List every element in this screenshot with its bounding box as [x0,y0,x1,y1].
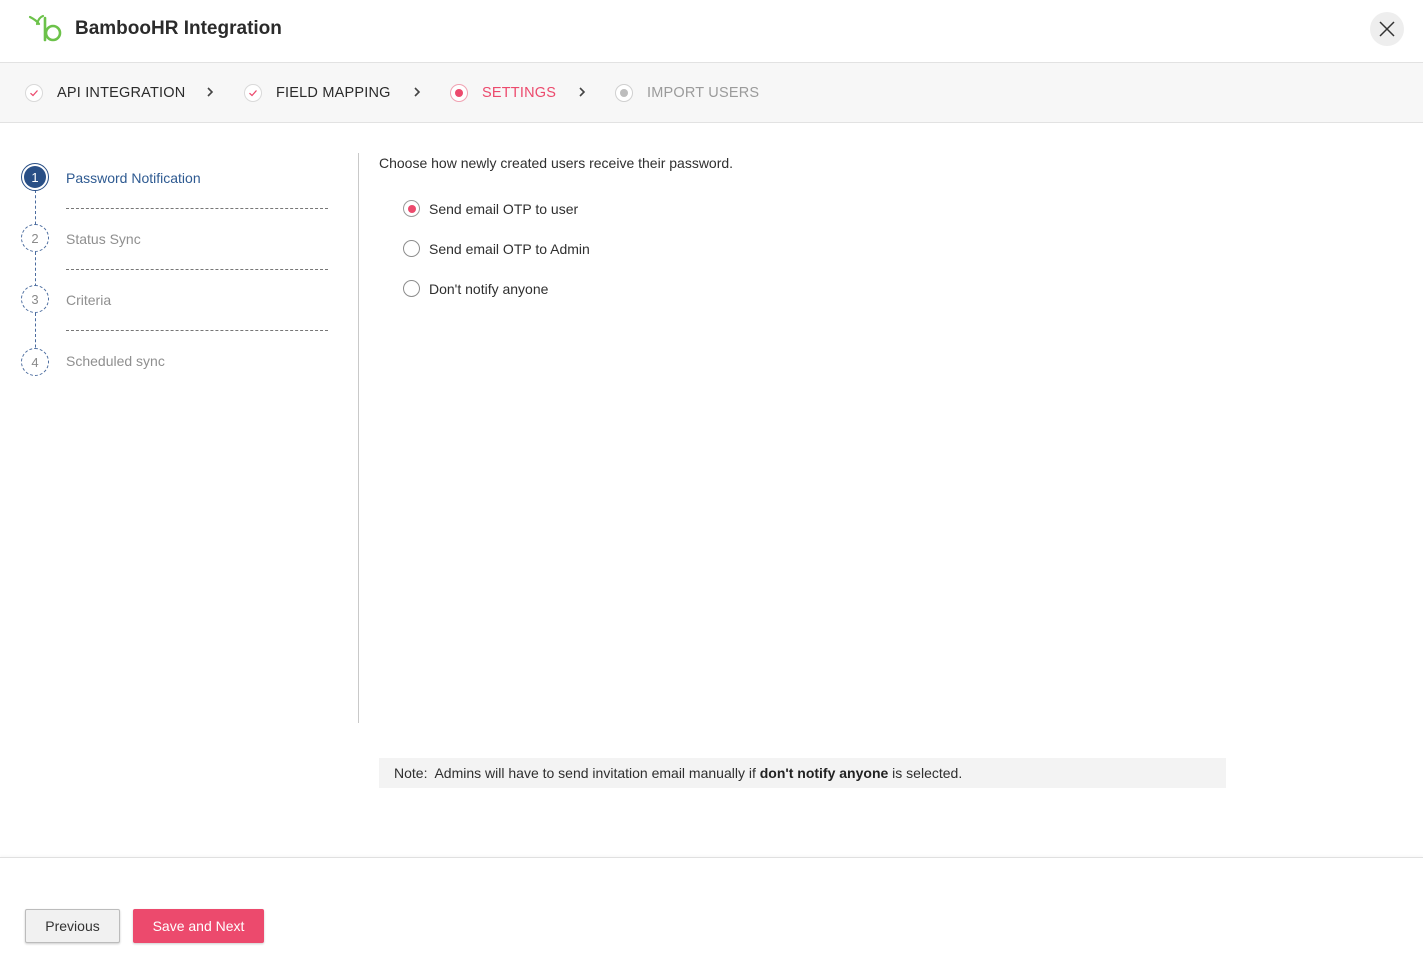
chevron-right-icon [579,87,586,97]
divider [66,269,328,270]
step-field-mapping[interactable]: FIELD MAPPING [244,63,391,123]
step-import-users[interactable]: IMPORT USERS [615,63,759,123]
wizard-stepper: API INTEGRATION FIELD MAPPING SETTINGS I… [0,63,1423,123]
nav-step-number: 2 [21,224,49,252]
option-label[interactable]: Send email OTP to Admin [429,241,590,257]
nav-step-number: 4 [21,348,49,376]
vertical-divider [358,153,359,723]
option-send-otp-user[interactable]: Send email OTP to user [403,200,578,217]
pending-step-icon [615,84,633,102]
option-send-otp-admin[interactable]: Send email OTP to Admin [403,240,590,257]
option-dont-notify[interactable]: Don't notify anyone [403,280,548,297]
nav-item-criteria[interactable]: Criteria [66,292,111,308]
divider [66,330,328,331]
radio-button[interactable] [403,280,420,297]
step-label: FIELD MAPPING [276,85,391,101]
nav-item-password-notification[interactable]: Password Notification [66,170,201,186]
close-button[interactable] [1370,12,1404,46]
active-step-icon [450,84,468,102]
nav-step-number: 1 [21,163,49,191]
option-label[interactable]: Don't notify anyone [429,281,548,297]
step-settings[interactable]: SETTINGS [450,63,556,123]
note-banner: Note: Admins will have to send invitatio… [379,758,1226,788]
chevron-right-icon [414,87,421,97]
step-label: API INTEGRATION [57,85,186,101]
close-icon [1379,21,1395,37]
password-prompt: Choose how newly created users receive t… [379,155,734,171]
nav-item-scheduled-sync[interactable]: Scheduled sync [66,353,165,369]
note-prefix: Note: Admins will have to send invitatio… [394,765,760,781]
modal-header: BambooHR Integration [0,0,1423,63]
note-bold: don't notify anyone [759,765,889,781]
modal-title: BambooHR Integration [75,18,282,39]
chevron-right-icon [207,87,214,97]
divider [66,208,328,209]
check-icon [244,84,262,102]
note-suffix: is selected. [888,765,963,781]
nav-item-status-sync[interactable]: Status Sync [66,231,141,247]
radio-button[interactable] [403,240,420,257]
step-label: SETTINGS [482,85,557,101]
bamboohr-logo-icon [28,14,62,42]
radio-button[interactable] [403,200,420,217]
save-and-next-button[interactable]: Save and Next [133,909,264,943]
option-label[interactable]: Send email OTP to user [429,201,578,217]
nav-step-number: 3 [21,285,49,313]
step-label: IMPORT USERS [647,85,760,101]
step-api-integration[interactable]: API INTEGRATION [25,63,185,123]
previous-button[interactable]: Previous [25,909,120,943]
check-icon [25,84,43,102]
